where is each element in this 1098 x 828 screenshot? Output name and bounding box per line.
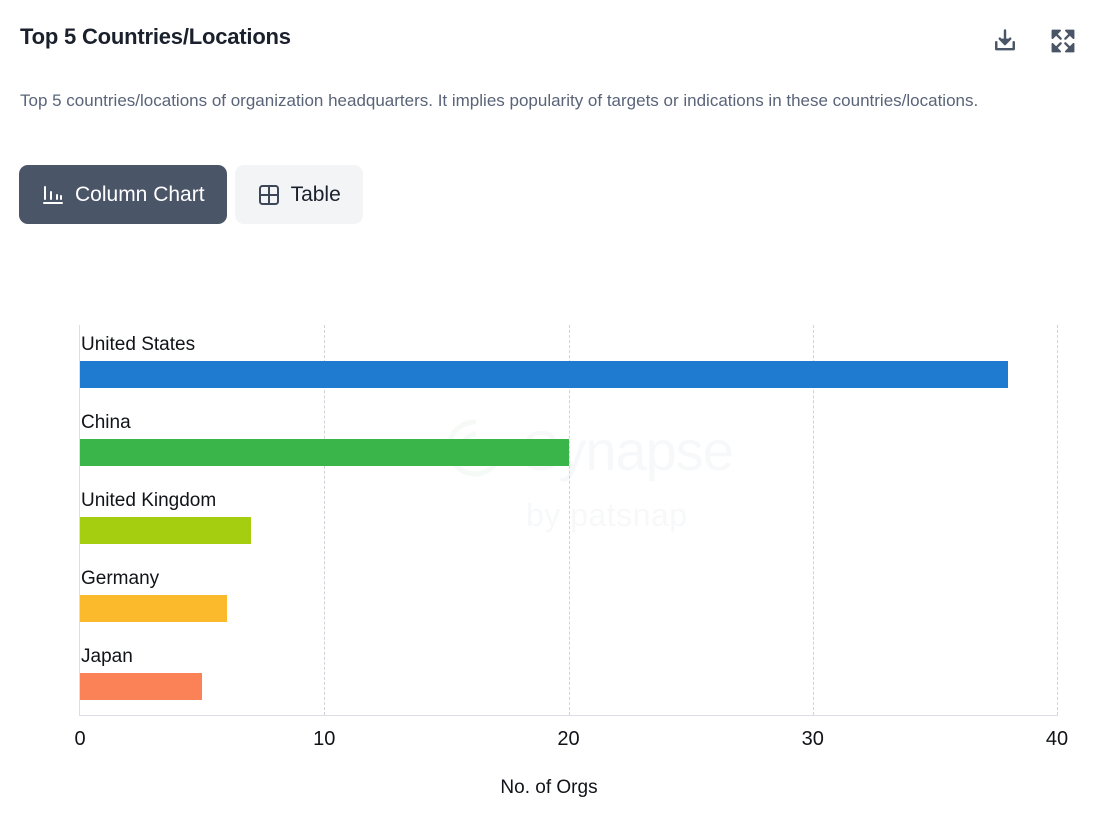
bar-row[interactable]: China	[80, 411, 1057, 475]
bar-row[interactable]: United Kingdom	[80, 489, 1057, 553]
x-axis-line	[79, 715, 1058, 716]
bar[interactable]	[80, 673, 203, 700]
x-axis-title: No. of Orgs	[500, 777, 598, 798]
x-tick-label: 0	[74, 728, 86, 750]
header-actions	[990, 24, 1078, 56]
bar[interactable]	[80, 595, 227, 622]
bar-row[interactable]: Japan	[80, 645, 1057, 709]
x-tick-label: 20	[557, 728, 580, 750]
bar[interactable]	[80, 361, 1009, 388]
x-tick-label: 30	[801, 728, 824, 750]
bar-category-label: United Kingdom	[81, 490, 217, 511]
grid-icon	[257, 183, 281, 207]
x-tick-label: 40	[1045, 728, 1069, 750]
tab-column-chart[interactable]: Column Chart	[19, 165, 227, 224]
card-header: Top 5 Countries/Locations	[20, 24, 1078, 56]
tab-table[interactable]: Table	[234, 165, 363, 224]
bar-row[interactable]: Germany	[80, 567, 1057, 631]
bar-category-label: China	[81, 412, 131, 433]
view-toggle: Column Chart Table	[19, 165, 363, 224]
bar[interactable]	[80, 517, 251, 544]
bar-row[interactable]: United States	[80, 333, 1057, 397]
bar-category-label: United States	[81, 334, 196, 355]
x-tick-label: 10	[313, 728, 336, 750]
bar-category-label: Japan	[81, 646, 133, 667]
page-title: Top 5 Countries/Locations	[20, 24, 291, 49]
tab-table-label: Table	[290, 182, 341, 206]
download-icon[interactable]	[990, 26, 1020, 56]
gridline	[1057, 325, 1058, 715]
bar[interactable]	[80, 439, 569, 466]
bar-category-label: Germany	[81, 568, 160, 589]
top-countries-card: Top 5 Countries/Locations Top 5 countrie…	[0, 0, 1098, 828]
tab-column-chart-label: Column Chart	[75, 182, 205, 206]
card-description: Top 5 countries/locations of organizatio…	[20, 91, 979, 110]
expand-icon[interactable]	[1048, 26, 1078, 56]
bar-chart-icon	[41, 183, 65, 207]
